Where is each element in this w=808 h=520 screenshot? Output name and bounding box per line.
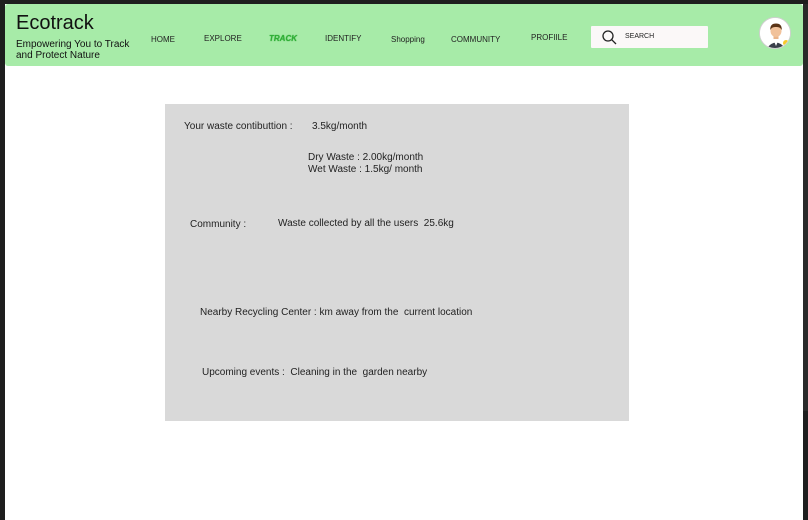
dry-waste-text: Dry Waste : 2.00kg/month — [308, 152, 424, 163]
brand-title: Ecotrack — [16, 12, 94, 34]
recycling-center-text: Nearby Recycling Center : km away from t… — [200, 307, 473, 318]
header-bar: Ecotrack Empowering You to Track and Pro… — [5, 4, 803, 66]
search-input[interactable] — [625, 30, 705, 42]
nav-profile[interactable]: PROFIILE — [531, 33, 567, 42]
track-summary-panel: Your waste contibuttion : 3.5kg/month Dr… — [165, 104, 629, 421]
window-edge — [803, 4, 808, 411]
nav-track[interactable]: TRACK — [269, 34, 297, 43]
community-text: Waste collected by all the users 25.6kg — [278, 218, 454, 229]
contribution-value: 3.5kg/month — [312, 121, 368, 132]
tagline-line-1: Empowering You to Track — [16, 39, 130, 50]
upcoming-events-text: Upcoming events : Cleaning in the garden… — [202, 367, 428, 378]
community-label: Community : — [190, 219, 247, 230]
user-avatar-icon — [760, 18, 790, 48]
nav-identify[interactable]: IDENTIFY — [325, 34, 361, 43]
search-icon — [602, 30, 617, 45]
nav-shopping[interactable]: Shopping — [391, 35, 425, 44]
brand-tagline: Empowering You to Track and Protect Natu… — [16, 39, 136, 61]
tagline-line-2: and Protect Nature — [16, 50, 100, 61]
wet-waste-text: Wet Waste : 1.5kg/ month — [308, 164, 423, 175]
contribution-label: Your waste contibuttion : — [184, 121, 293, 132]
avatar[interactable] — [759, 17, 791, 49]
app-frame: Ecotrack Empowering You to Track and Pro… — [5, 4, 803, 520]
search-box[interactable] — [591, 26, 708, 48]
nav-explore[interactable]: EXPLORE — [204, 34, 242, 43]
nav-home[interactable]: HOME — [151, 35, 175, 44]
nav-community[interactable]: COMMUNITY — [451, 35, 500, 44]
